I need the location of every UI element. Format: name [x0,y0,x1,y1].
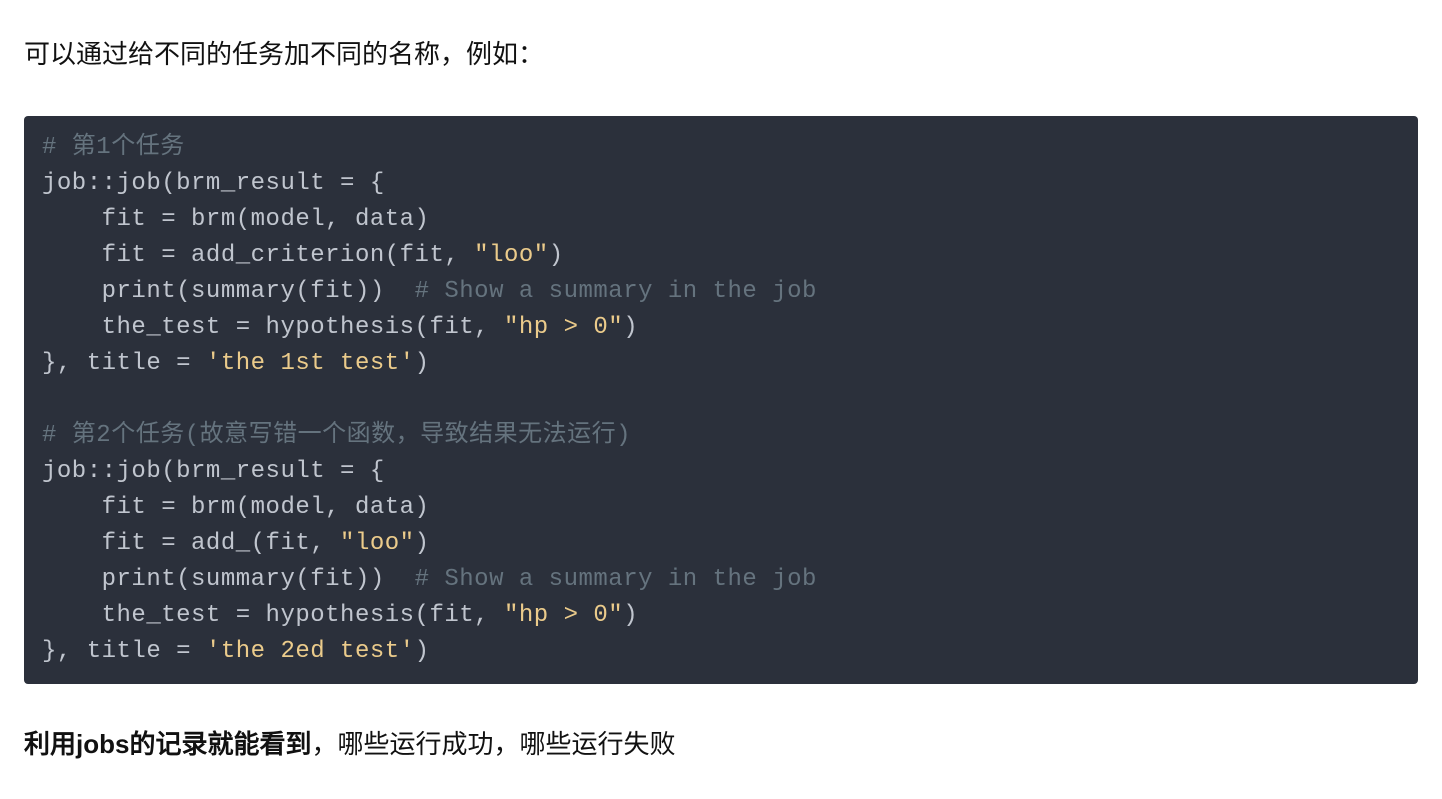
code-string: 'the 2ed test' [206,638,415,665]
code-line: job::job(brm_result = { [42,458,385,485]
code-line: ) [415,350,430,377]
code-string: "hp > 0" [504,602,623,629]
code-line: the_test = hypothesis(fit, [42,314,504,341]
code-line: }, title = [42,350,206,377]
code-string: 'the 1st test' [206,350,415,377]
intro-paragraph: 可以通过给不同的任务加不同的名称，例如： [24,34,1418,76]
code-line: the_test = hypothesis(fit, [42,602,504,629]
outro-bold: 利用jobs的记录就能看到 [24,729,311,759]
outro-paragraph: 利用jobs的记录就能看到，哪些运行成功，哪些运行失败 [24,724,1418,766]
code-string: "loo" [474,242,549,269]
code-line: ) [415,530,430,557]
code-block: # 第1个任务 job::job(brm_result = { fit = br… [24,116,1418,684]
code-line: fit = add_criterion(fit, [42,242,474,269]
code-line: job::job(brm_result = { [42,170,385,197]
code-line: print(summary(fit)) [42,566,415,593]
code-comment: # 第2个任务(故意写错一个函数，导致结果无法运行) [42,422,631,449]
document-page: 可以通过给不同的任务加不同的名称，例如： # 第1个任务 job::job(br… [0,0,1442,799]
outro-rest: ，哪些运行成功，哪些运行失败 [311,729,675,759]
code-line: ) [623,314,638,341]
code-line: print(summary(fit)) [42,278,415,305]
code-line: fit = brm(model, data) [42,206,429,233]
code-line: ) [549,242,564,269]
code-blank-line [42,386,57,413]
code-comment: # 第1个任务 [42,134,185,161]
code-string: "loo" [340,530,415,557]
code-line: ) [415,638,430,665]
code-comment: # Show a summary in the job [415,278,817,305]
code-line: }, title = [42,638,206,665]
code-comment: # Show a summary in the job [415,566,817,593]
code-string: "hp > 0" [504,314,623,341]
code-line: ) [623,602,638,629]
code-line: fit = add_(fit, [42,530,340,557]
code-line: fit = brm(model, data) [42,494,429,521]
